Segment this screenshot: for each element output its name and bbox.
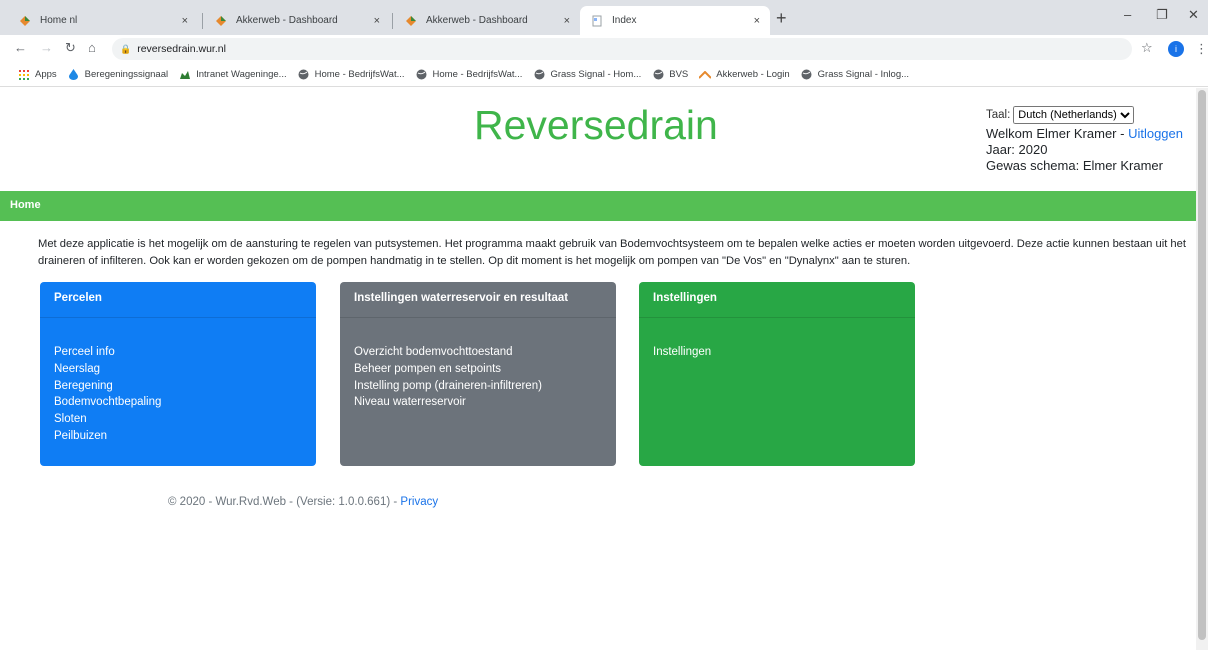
bookmark-item[interactable]: Grass Signal - Inlog... (801, 69, 909, 81)
footer: © 2020 - Wur.Rvd.Web - (Versie: 1.0.0.66… (168, 496, 438, 508)
page-content: Reversedrain Taal: Dutch (Netherlands) W… (0, 88, 1196, 650)
address-bar[interactable]: 🔒 reversedrain.wur.nl (112, 38, 1132, 60)
tab-title: Index (612, 15, 637, 26)
akkerweb-icon (699, 69, 712, 81)
link-perceel-info[interactable]: Perceel info (54, 344, 302, 361)
card-links: Perceel info Neerslag Beregening Bodemvo… (40, 318, 316, 445)
new-tab-icon[interactable]: + (776, 8, 787, 29)
link-beregening[interactable]: Beregening (54, 378, 302, 395)
card-links: Instellingen (639, 318, 915, 361)
menu-kebab-icon[interactable]: ⋮ (1195, 41, 1208, 57)
main-navbar: Home (0, 191, 1196, 221)
link-overzicht-bodemvochttoestand[interactable]: Overzicht bodemvochttoestand (354, 344, 602, 361)
language-label: Taal: (986, 109, 1011, 121)
close-icon[interactable]: × (374, 15, 380, 27)
bookmark-item[interactable]: Home - BedrijfsWat... (416, 69, 522, 81)
maximize-icon[interactable]: ❐ (1156, 7, 1168, 23)
water-drop-icon (68, 69, 80, 81)
link-sloten[interactable]: Sloten (54, 411, 302, 428)
link-bodemvochtbepaling[interactable]: Bodemvochtbepaling (54, 394, 302, 411)
brand-title[interactable]: Reversedrain (474, 102, 718, 149)
browser-tab[interactable]: Akkerweb - Dashboard × (394, 6, 580, 35)
intranet-icon (179, 69, 191, 81)
close-icon[interactable]: × (182, 15, 188, 27)
card-percelen: Percelen Perceel info Neerslag Beregenin… (40, 282, 316, 466)
language-select[interactable]: Dutch (Netherlands) (1013, 106, 1135, 124)
tab-title: Home nl (40, 15, 78, 26)
bookmark-item[interactable]: Intranet Wageninge... (179, 69, 287, 81)
globe-icon (801, 69, 813, 81)
link-niveau-waterreservoir[interactable]: Niveau waterreservoir (354, 394, 602, 411)
link-instellingen[interactable]: Instellingen (653, 344, 901, 361)
home-icon[interactable]: ⌂ (88, 40, 96, 55)
close-icon[interactable]: × (564, 15, 570, 27)
akkerweb-icon (404, 14, 418, 28)
user-info: Welkom Elmer Kramer - Uitloggen Jaar: 20… (986, 126, 1183, 174)
browser-tab[interactable]: Home nl × (8, 6, 198, 35)
browser-tab-active[interactable]: Index × (580, 6, 770, 35)
year-text: Jaar: 2020 (986, 142, 1048, 157)
forward-arrow-icon[interactable]: → (40, 40, 53, 55)
bookmark-item[interactable]: Beregeningssignaal (68, 69, 168, 81)
bookmark-item[interactable]: Home - BedrijfsWat... (298, 69, 405, 81)
akkerweb-icon (214, 14, 228, 28)
browser-tabstrip: Home nl × Akkerweb - Dashboard × Akkerwe… (0, 0, 1208, 35)
card-title: Percelen (40, 282, 316, 318)
footer-text: © 2020 - Wur.Rvd.Web - (Versie: 1.0.0.66… (168, 496, 401, 508)
minimize-icon[interactable]: – (1124, 7, 1131, 22)
bookmark-star-icon[interactable]: ☆ (1141, 40, 1153, 56)
card-links: Overzicht bodemvochttoestand Beheer pomp… (340, 318, 616, 411)
lock-icon: 🔒 (120, 43, 132, 54)
link-neerslag[interactable]: Neerslag (54, 361, 302, 378)
browser-toolbar: ← → ↻ ⌂ 🔒 reversedrain.wur.nl ☆ i ⋮ (0, 35, 1208, 63)
link-peilbuizen[interactable]: Peilbuizen (54, 428, 302, 445)
apps-grid-icon (18, 69, 30, 81)
profile-avatar[interactable]: i (1168, 41, 1184, 57)
bookmark-item[interactable]: Grass Signal - Hom... (533, 69, 641, 81)
crop-schema-text: Gewas schema: Elmer Kramer (986, 158, 1163, 173)
browser-tab[interactable]: Akkerweb - Dashboard × (204, 6, 390, 35)
close-icon[interactable]: × (754, 15, 760, 27)
document-icon (590, 14, 604, 28)
tab-divider (202, 13, 203, 29)
orange-diamond-icon (18, 14, 32, 28)
logout-link[interactable]: Uitloggen (1128, 126, 1183, 141)
card-title: Instellingen waterreservoir en resultaat (340, 282, 616, 318)
globe-icon (416, 69, 428, 81)
back-arrow-icon[interactable]: ← (14, 40, 27, 55)
card-instellingen: Instellingen Instellingen (639, 282, 915, 466)
card-waterreservoir: Instellingen waterreservoir en resultaat… (340, 282, 616, 466)
language-selector: Taal: Dutch (Netherlands) (986, 106, 1135, 124)
intro-text: Met deze applicatie is het mogelijk om d… (38, 238, 1186, 267)
card-title: Instellingen (639, 282, 915, 318)
privacy-link[interactable]: Privacy (400, 496, 438, 508)
bookmark-apps[interactable]: Apps (18, 69, 57, 81)
bookmark-item[interactable]: BVS (652, 69, 688, 81)
tab-title: Akkerweb - Dashboard (236, 15, 338, 26)
tab-title: Akkerweb - Dashboard (426, 15, 528, 26)
reload-icon[interactable]: ↻ (65, 40, 76, 56)
bookmarks-bar: Apps Beregeningssignaal Intranet Wagenin… (0, 63, 1208, 87)
window-close-icon[interactable]: ✕ (1188, 7, 1199, 23)
welcome-text: Welkom Elmer Kramer - (986, 126, 1129, 141)
nav-home-link[interactable]: Home (10, 199, 41, 211)
url-text: reversedrain.wur.nl (137, 43, 226, 55)
link-instelling-pomp[interactable]: Instelling pomp (draineren-infiltreren) (354, 378, 602, 395)
tab-divider (392, 13, 393, 29)
page-scrollbar[interactable] (1196, 88, 1208, 650)
bookmark-item[interactable]: Akkerweb - Login (699, 69, 790, 81)
link-beheer-pompen[interactable]: Beheer pompen en setpoints (354, 361, 602, 378)
globe-icon (652, 69, 664, 81)
globe-icon (533, 69, 545, 81)
scrollbar-thumb[interactable] (1198, 90, 1206, 640)
globe-icon (298, 69, 310, 81)
